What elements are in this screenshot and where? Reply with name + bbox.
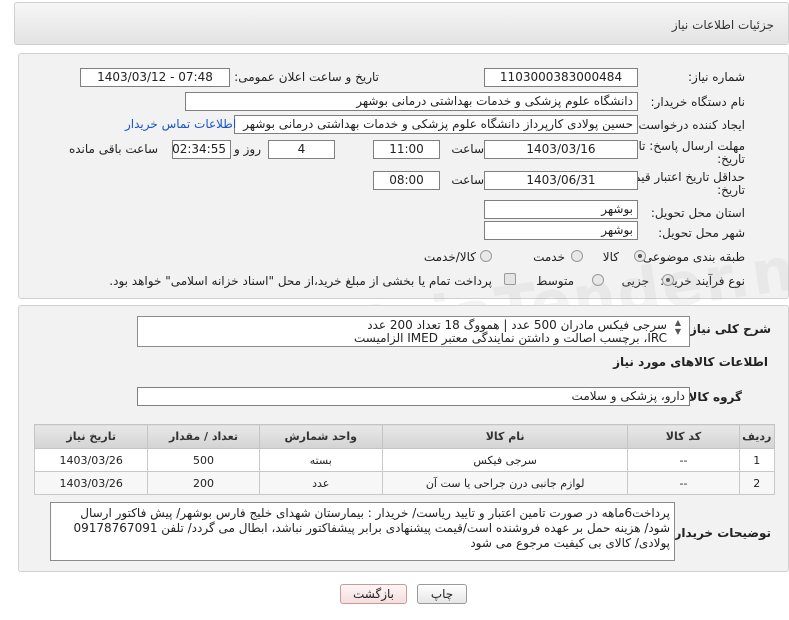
summary-textarea[interactable]: سرجی فیکس مادران 500 عدد | همووگ 18 تعدا… (137, 316, 690, 347)
validity-time-field: 08:00 (373, 171, 440, 190)
creator-label: ایجاد کننده درخواست: (634, 118, 745, 132)
buyer-label: نام دستگاه خریدار: (650, 95, 746, 109)
category-radio-both[interactable] (480, 250, 492, 262)
scroll-up-icon[interactable]: ▲ (673, 319, 683, 327)
days-remaining-field: 4 (268, 140, 335, 159)
summary-line-2: IRC، برچسب اصالت و داشتن نمایندگی معتبر … (353, 331, 667, 345)
time-remaining-label: ساعت باقی مانده (68, 142, 158, 156)
need-number-field: 1103000383000484 (484, 68, 638, 87)
print-button[interactable]: چاپ (417, 584, 467, 604)
announce-label: تاریخ و ساعت اعلان عمومی: (234, 70, 379, 84)
city-label: شهر محل تحویل: (658, 226, 745, 240)
row-unit: عدد (258, 471, 383, 495)
category-radio-service[interactable] (571, 250, 583, 262)
creator-field: حسین پولادی کارپرداز دانشگاه علوم پزشکی … (234, 115, 638, 134)
col-row: ردیف (738, 424, 776, 449)
row-index: 1 (738, 448, 776, 472)
deadline-date-field: 1403/03/16 (484, 140, 638, 159)
row-name: سرجی فیکس (381, 448, 629, 472)
goods-section-title: اطلاعات کالاهای مورد نیاز (613, 355, 768, 369)
back-button[interactable]: بازگشت (340, 584, 407, 604)
col-code: کد کالا (627, 424, 740, 449)
summary-label: شرح کلی نیاز: (685, 322, 771, 336)
province-label: استان محل تحویل: (650, 206, 745, 220)
city-field: بوشهر (484, 221, 638, 240)
row-date: 1403/03/26 (33, 448, 149, 472)
scroll-down-icon[interactable]: ▼ (673, 328, 683, 336)
row-code: -- (627, 448, 740, 472)
col-date: تاریخ نیاز (33, 424, 149, 449)
col-qty: تعداد / مقدار (147, 424, 260, 449)
row-qty: 200 (147, 471, 260, 495)
goods-table-header: ردیف کد کالا نام کالا واحد شمارش تعداد /… (33, 424, 776, 449)
row-code: -- (627, 471, 740, 495)
validity-time-label: ساعت (451, 173, 484, 187)
page-header: جزئیات اطلاعات نیاز (14, 2, 789, 45)
days-label: روز و (234, 142, 261, 156)
deadline-label: مهلت ارسال پاسخ: تا (638, 139, 745, 153)
time-remaining-field: 02:34:55 (172, 140, 231, 159)
row-date: 1403/03/26 (33, 471, 149, 495)
need-number-label: شماره نیاز: (688, 70, 745, 84)
deadline-label-date: تاریخ: (717, 152, 745, 166)
page-title: جزئیات اطلاعات نیاز (671, 18, 774, 32)
goods-group-label: گروه کالا: (683, 390, 742, 404)
row-name: لوازم جانبی درن جراحی یا ست آن (381, 471, 629, 495)
category-option-service: خدمت (533, 250, 565, 264)
goods-table: ردیف کد کالا نام کالا واحد شمارش تعداد /… (33, 424, 776, 495)
row-unit: بسته (258, 448, 383, 472)
buyer-notes-label: توضیحات خریدار: (669, 526, 771, 540)
validity-date-field: 1403/06/31 (484, 171, 638, 190)
buyer-field: دانشگاه علوم پزشکی و خدمات بهداشتی درمان… (185, 92, 638, 111)
validity-label-date: تاریخ: (717, 183, 745, 197)
announce-field: 1403/03/12 - 07:48 (80, 68, 230, 87)
row-index: 2 (738, 471, 776, 495)
deadline-time-field: 11:00 (373, 140, 440, 159)
table-row: 1 -- سرجی فیکس بسته 500 1403/03/26 (33, 448, 776, 472)
deadline-time-label: ساعت (451, 142, 484, 156)
goods-group-field: دارو، پزشکی و سلامت (137, 387, 690, 406)
col-unit: واحد شمارش (258, 424, 383, 449)
buyer-notes-textarea[interactable]: پرداخت6ماهه در صورت تامین اعتبار و تایید… (50, 502, 675, 561)
category-option-both: کالا/خدمت (423, 250, 476, 264)
table-row: 2 -- لوازم جانبی درن جراحی یا ست آن عدد … (33, 471, 776, 495)
buyer-contact-link[interactable]: اطلاعات تماس خریدار (125, 117, 236, 131)
province-field: بوشهر (484, 200, 638, 219)
col-name: نام کالا (381, 424, 629, 449)
row-qty: 500 (147, 448, 260, 472)
